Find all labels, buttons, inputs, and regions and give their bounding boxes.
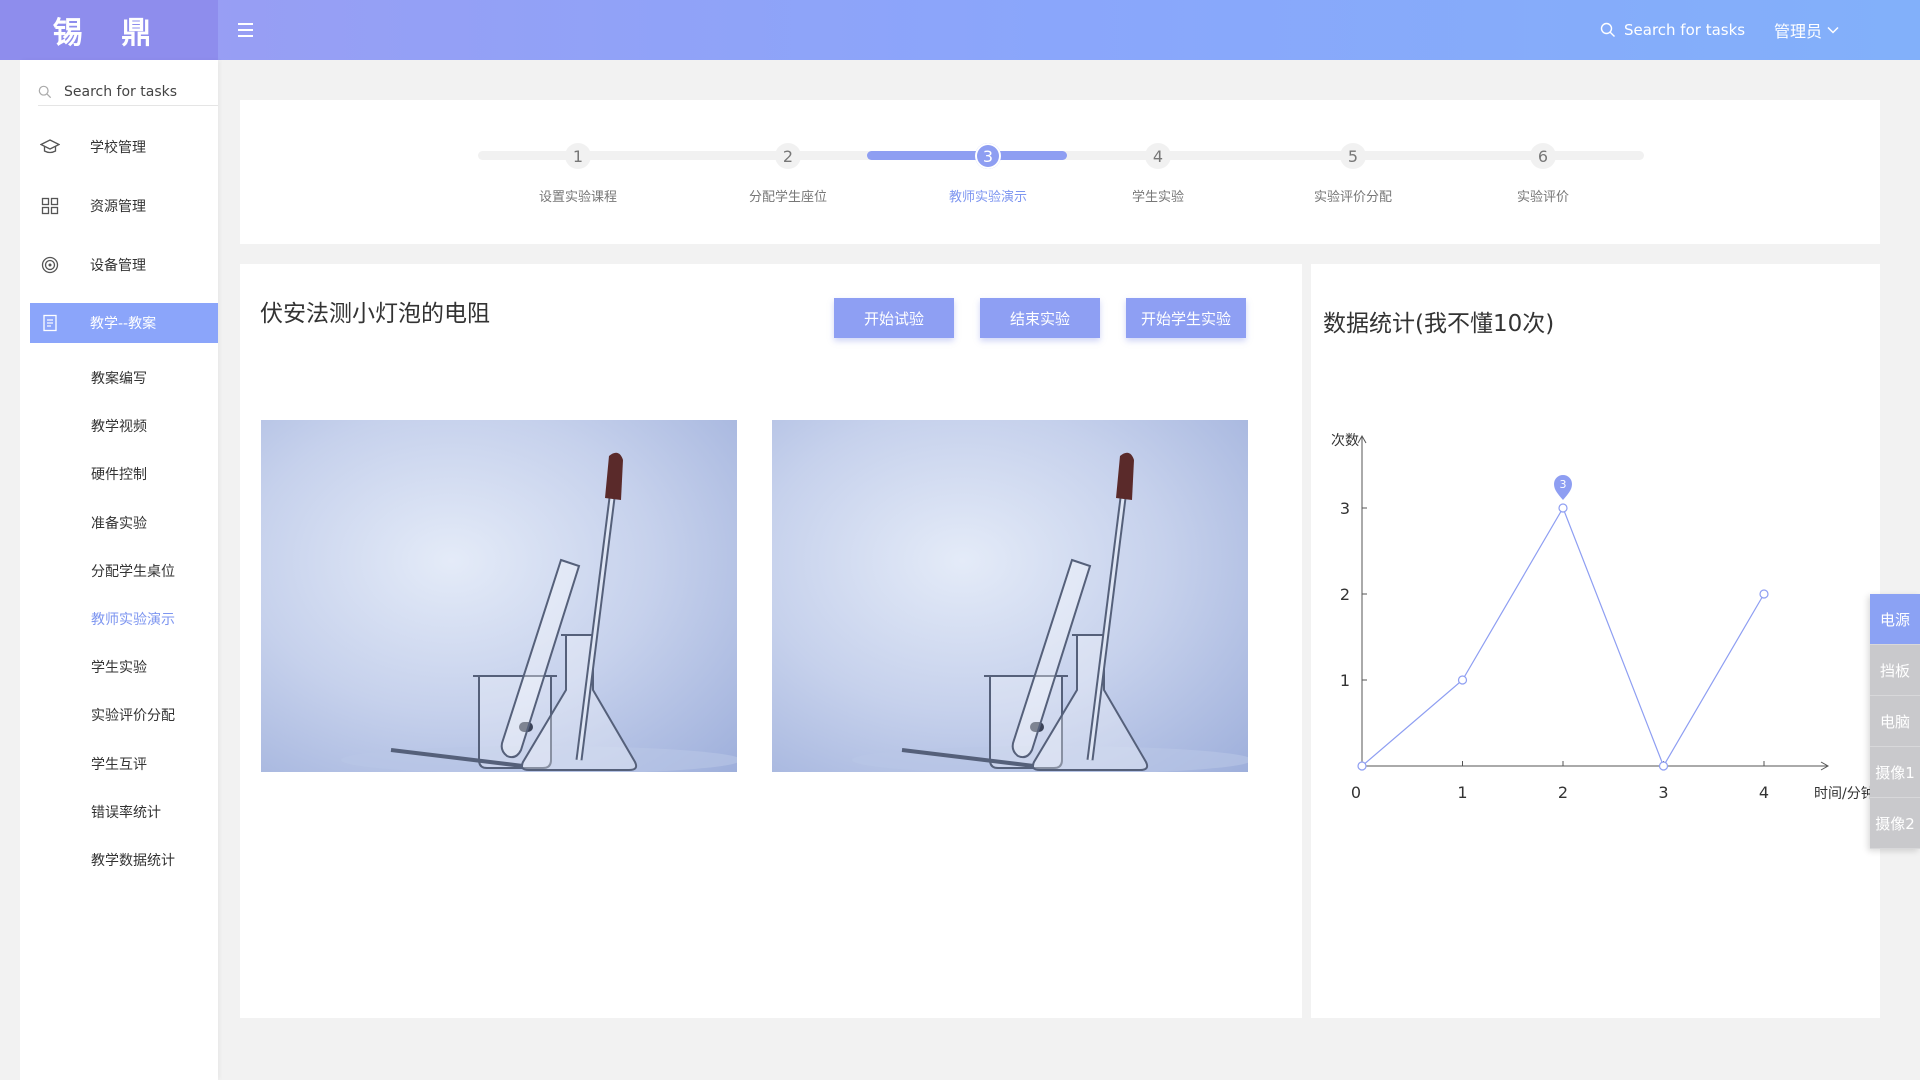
step-5-label[interactable]: 实验评价分配 [1283, 186, 1423, 205]
sidebar-search[interactable]: Search for tasks [38, 78, 218, 106]
header-search-placeholder[interactable]: Search for tasks [1624, 21, 1745, 39]
sub-item-prepare-experiment[interactable]: 准备实验 [91, 514, 147, 534]
sub-item-hardware-control[interactable]: 硬件控制 [91, 465, 147, 485]
sub-item-assign-desks[interactable]: 分配学生桌位 [91, 562, 175, 582]
sub-item-peer-review[interactable]: 学生互评 [91, 755, 147, 775]
step-6-number[interactable]: 6 [1530, 143, 1556, 169]
stats-panel: 数据统计(我不懂10次) 次数时间/分钟 0 1 2 3 4 1 2 3 3 [1311, 264, 1880, 1018]
search-icon [38, 85, 52, 98]
y-axis-label: 次数 [1331, 433, 1359, 449]
camera-2-toggle[interactable]: 摄像2 [1870, 798, 1920, 849]
user-menu[interactable]: 管理员 [1774, 18, 1840, 42]
header-search[interactable]: Search for tasks [1600, 18, 1745, 42]
data-point [1457, 675, 1468, 685]
data-point [1658, 761, 1669, 771]
x-axis-label: 时间/分钟 [1814, 785, 1875, 802]
app-logo: 锡 鼎 [0, 0, 218, 60]
stats-title: 数据统计(我不懂10次) [1323, 311, 1555, 337]
start-trial-button[interactable]: 开始试验 [834, 298, 954, 338]
sub-item-teacher-demo[interactable]: 教师实验演示 [91, 610, 175, 630]
search-icon [1600, 22, 1615, 37]
step-2-number[interactable]: 2 [775, 143, 801, 169]
stats-line-chart: 次数时间/分钟 0 1 2 3 4 1 2 3 3 [1331, 433, 1875, 802]
sub-item-teaching-video[interactable]: 教学视频 [91, 417, 147, 437]
y-tick-label: 2 [1340, 585, 1350, 604]
experiment-panel: 伏安法测小灯泡的电阻 开始试验 结束实验 开始学生实验 [240, 264, 1302, 1018]
x-tick-label: 2 [1558, 783, 1568, 802]
step-5-number[interactable]: 5 [1340, 143, 1366, 169]
lab-glassware-image [852, 452, 1248, 772]
sidebar-item-school[interactable]: 学校管理 [30, 127, 218, 167]
experiment-camera-image-2 [772, 420, 1248, 772]
step-2-label[interactable]: 分配学生座位 [718, 186, 858, 205]
data-point [1558, 503, 1568, 513]
sidebar: Search for tasks 学校管理 资源管理 设备管理 教学--教案 教… [20, 60, 218, 1080]
user-label[interactable]: 管理员 [1774, 18, 1822, 42]
sidebar-item-devices[interactable]: 设备管理 [30, 245, 218, 285]
start-student-experiment-button[interactable]: 开始学生实验 [1126, 298, 1246, 338]
x-tick-label: 1 [1457, 783, 1467, 802]
sidebar-item-resources[interactable]: 资源管理 [30, 186, 218, 226]
device-control-panel: 电源 挡板 电脑 摄像1 摄像2 [1870, 594, 1920, 849]
y-tick-label: 1 [1340, 671, 1350, 690]
grid-icon [32, 197, 68, 215]
menu-toggle-icon[interactable] [238, 18, 260, 42]
document-icon [32, 314, 68, 332]
lab-glassware-image [341, 452, 737, 772]
sub-item-evaluation-assign[interactable]: 实验评价分配 [91, 706, 175, 726]
step-4-label[interactable]: 学生实验 [1088, 186, 1228, 205]
sidebar-item-label: 教学--教案 [90, 316, 157, 332]
experiment-title: 伏安法测小灯泡的电阻 [260, 301, 490, 327]
step-4-number[interactable]: 4 [1145, 143, 1171, 169]
x-tick-label: 0 [1351, 783, 1361, 802]
top-bar: 锡 鼎 Search for tasks 管理员 [0, 0, 1920, 60]
sidebar-item-teaching[interactable]: 教学--教案 [30, 303, 218, 343]
series-line [1361, 506, 1765, 768]
sub-item-teaching-stats[interactable]: 教学数据统计 [91, 851, 175, 871]
baffle-toggle[interactable]: 挡板 [1870, 645, 1920, 696]
power-toggle[interactable]: 电源 [1870, 594, 1920, 645]
sidebar-item-label: 学校管理 [90, 140, 146, 156]
sidebar-search-placeholder[interactable]: Search for tasks [64, 84, 177, 100]
end-experiment-button[interactable]: 结束实验 [980, 298, 1100, 338]
data-point [1357, 761, 1367, 771]
data-point [1759, 589, 1769, 599]
step-6-label[interactable]: 实验评价 [1473, 186, 1613, 205]
annotation-label: 3 [1560, 478, 1567, 491]
steps-progress: 1 2 3 4 5 6 设置实验课程 分配学生座位 教师实验演示 学生实验 实验… [240, 100, 1880, 244]
target-icon [32, 256, 68, 274]
step-1-label[interactable]: 设置实验课程 [508, 186, 648, 205]
experiment-camera-image-1 [261, 420, 737, 772]
steps-track-active [867, 151, 1067, 160]
sub-item-lesson-writing[interactable]: 教案编写 [91, 369, 147, 389]
sidebar-item-label: 设备管理 [90, 258, 146, 274]
step-1-number[interactable]: 1 [565, 143, 591, 169]
step-3-number[interactable]: 3 [975, 143, 1001, 169]
y-tick-label: 3 [1340, 499, 1350, 518]
computer-toggle[interactable]: 电脑 [1870, 696, 1920, 747]
chevron-down-icon [1827, 26, 1839, 34]
x-tick-label: 3 [1658, 783, 1668, 802]
graduation-cap-icon [32, 138, 68, 156]
sub-item-student-experiment[interactable]: 学生实验 [91, 658, 147, 678]
camera-1-toggle[interactable]: 摄像1 [1870, 747, 1920, 798]
sidebar-item-label: 资源管理 [90, 199, 146, 215]
step-3-label[interactable]: 教师实验演示 [918, 186, 1058, 205]
x-tick-label: 4 [1759, 783, 1769, 802]
sub-item-error-rate[interactable]: 错误率统计 [91, 803, 161, 823]
